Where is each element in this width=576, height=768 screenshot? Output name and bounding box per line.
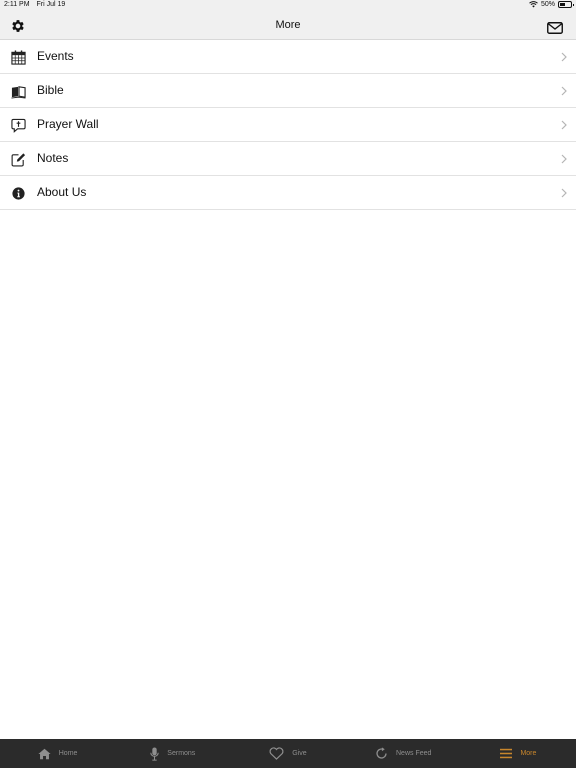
menu-item-label: Notes [37, 151, 69, 165]
chevron-right-icon [561, 188, 567, 198]
menu-item-label: Prayer Wall [37, 117, 99, 131]
edit-note-icon [11, 153, 26, 167]
menu-item-prayer-wall[interactable]: Prayer Wall [0, 108, 576, 142]
tab-label: News Feed [396, 750, 432, 757]
tab-news-feed[interactable]: News Feed [346, 739, 461, 768]
tab-label: Sermons [167, 750, 196, 757]
chevron-right-icon [561, 86, 567, 96]
menu-item-bible[interactable]: Bible [0, 74, 576, 108]
menu-item-label: Events [37, 49, 74, 63]
open-book-icon [11, 86, 26, 99]
tab-label: Give [292, 750, 307, 757]
status-time: 2:11 PM [4, 1, 30, 8]
menu-list: Events Bible Prayer Wall Notes About Us [0, 40, 576, 210]
battery-icon [558, 1, 574, 8]
menu-item-label: Bible [37, 83, 64, 97]
tab-give[interactable]: Give [230, 739, 345, 768]
tab-home[interactable]: Home [0, 739, 115, 768]
status-date: Fri Jul 19 [36, 1, 66, 8]
refresh-icon [376, 747, 387, 759]
chevron-right-icon [561, 120, 567, 130]
battery-percent: 50% [540, 1, 555, 8]
menu-icon [500, 748, 513, 759]
screen: 2:11 PM Fri Jul 19 50% More Events Bible… [0, 0, 576, 768]
battery-level [560, 3, 565, 6]
tab-bar: Home Sermons Give News Feed More [0, 739, 576, 768]
chevron-right-icon [561, 154, 567, 164]
nav-bar: More [0, 11, 576, 40]
tab-sermons[interactable]: Sermons [115, 739, 230, 768]
chevron-right-icon [561, 52, 567, 62]
tab-label: More [520, 750, 537, 757]
envelope-icon[interactable] [547, 20, 563, 36]
speech-bubble-icon [11, 118, 26, 133]
menu-item-events[interactable]: Events [0, 40, 576, 74]
menu-item-about-us[interactable]: About Us [0, 176, 576, 210]
microphone-icon [150, 746, 159, 761]
heart-icon [269, 747, 284, 760]
menu-item-label: About Us [37, 185, 87, 199]
info-icon [12, 187, 25, 200]
status-bar: 2:11 PM Fri Jul 19 50% [0, 0, 576, 11]
page-title: More [275, 19, 301, 31]
menu-item-notes[interactable]: Notes [0, 142, 576, 176]
calendar-icon [11, 50, 26, 65]
wifi-icon [529, 1, 538, 8]
home-icon [38, 748, 51, 759]
tab-more[interactable]: More [461, 739, 576, 768]
status-left: 2:11 PM Fri Jul 19 [4, 1, 70, 8]
tab-label: Home [58, 750, 78, 757]
status-right: 50% [529, 1, 574, 8]
